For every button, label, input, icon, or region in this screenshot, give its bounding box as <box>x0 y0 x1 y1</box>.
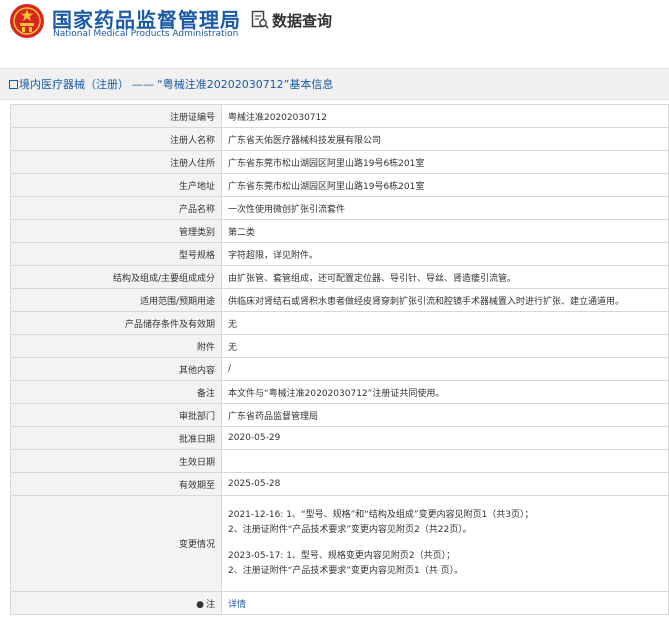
table-row: 备注 本文件与“粤械注准20202030712”注册证共同使用。 <box>10 380 669 404</box>
field-label: 注册证编号 <box>10 104 222 128</box>
table-row: 附件无 <box>10 334 669 358</box>
table-row-changes: 变更情况 2021-12-16: 1、“型号、规格”和“结构及组成”变更内容见附… <box>10 495 669 592</box>
logo-title-en: National Medical Products Administration <box>53 29 239 39</box>
title-suffix: 基本信息 <box>289 78 334 91</box>
field-label: 批准日期 <box>10 426 222 450</box>
field-label: 型号规格 <box>10 242 222 266</box>
national-emblem-icon <box>10 4 44 38</box>
title-box-icon <box>9 79 18 89</box>
field-value: 广东省药品监督管理局 <box>221 403 669 427</box>
field-label: 管理类别 <box>10 219 222 243</box>
table-row: 注册人名称 广东省天佑医疗器械科技发展有限公司 <box>10 127 669 151</box>
change-line: 2、注册证附件“产品技术要求”变更内容见附页1（共 页）。 <box>228 566 464 576</box>
table-row: 适用范围/预期用途 供临床对肾结石或肾积水患者做经皮肾穿刺扩张引流和腔镜手术器械置… <box>10 288 669 312</box>
table-row: 审批部门 广东省药品监督管理局 <box>10 403 669 427</box>
table-row-note: ● 注 详情 <box>10 591 669 615</box>
field-label: 审批部门 <box>10 403 222 427</box>
table-row: 型号规格 字符超限，详见附件。 <box>10 242 669 266</box>
field-value: 广东省东莞市松山湖园区阿里山路19号6栋201室 <box>221 173 669 197</box>
title-prefix: 境内医疗器械（注册） <box>19 78 129 91</box>
details-link[interactable]: 详情 <box>228 600 246 610</box>
table-row: 产品储存条件及有效期无 <box>10 311 669 335</box>
data-query-label: 数据查询 <box>272 11 333 30</box>
field-value: 供临床对肾结石或肾积水患者做经皮肾穿刺扩张引流和腔镜手术器械置入时进行扩张、建立… <box>221 288 669 312</box>
page-title: 境内医疗器械（注册） —— “粤械注准20202030712” 基本信息 <box>0 68 669 100</box>
field-value: 字符超限，详见附件。 <box>221 242 669 266</box>
field-label: ● 注 <box>10 591 222 615</box>
change-line: 2、注册证附件“产品技术要求”变更内容见附页2（共22页）。 <box>228 525 472 535</box>
field-label: 生效日期 <box>10 449 222 473</box>
change-line: 2021-12-16: 1、“型号、规格”和“结构及组成”变更内容见附页1（共3… <box>228 510 534 520</box>
table-row: 生产地址 广东省东莞市松山湖园区阿里山路19号6栋201室 <box>10 173 669 197</box>
table-row: 结构及组成/主要组成成分 由扩张管、套管组成，还可配置定位器、导引针、导丝、肾造瘘… <box>10 265 669 289</box>
table-row: 产品名称 一次性使用微创扩张引流套件 <box>10 196 669 220</box>
field-label: 备注 <box>10 380 222 404</box>
field-label: 结构及组成/主要组成成分 <box>10 265 222 289</box>
field-value <box>221 449 669 473</box>
field-label: 附件 <box>10 334 222 358</box>
table-row: 有效期至 2025-05-28 <box>10 472 669 496</box>
changes-value: 2021-12-16: 1、“型号、规格”和“结构及组成”变更内容见附页1（共3… <box>221 495 669 592</box>
registration-info-table: 注册证编号 粤械注准20202030712 注册人名称 广东省天佑医疗器械科技发展有… <box>10 104 669 615</box>
field-value: 广东省东莞市松山湖园区阿里山路19号6栋201室 <box>221 150 669 174</box>
table-row: 生效日期 <box>10 449 669 473</box>
change-line: 2023-05-17: 1、型号、规格变更内容见附页2（共页）； <box>228 551 456 561</box>
title-subject: “粤械注准20202030712” <box>157 78 290 91</box>
title-dash: —— <box>132 77 154 91</box>
field-value: 本文件与“粤械注准20202030712”注册证共同使用。 <box>221 380 669 404</box>
field-value: 无 <box>221 334 669 358</box>
field-value: 2025-05-28 <box>221 472 669 496</box>
field-label: 有效期至 <box>10 472 222 496</box>
field-value: 第二类 <box>221 219 669 243</box>
field-label: 注册人名称 <box>10 127 222 151</box>
pin-icon: ● <box>196 599 204 610</box>
field-label: 适用范围/预期用途 <box>10 288 222 312</box>
field-label: 生产地址 <box>10 173 222 197</box>
field-label: 注册人住所 <box>10 150 222 174</box>
field-value: 粤械注准20202030712 <box>221 104 669 128</box>
field-label: 产品储存条件及有效期 <box>10 311 222 335</box>
table-row: 注册人住所 广东省东莞市松山湖园区阿里山路19号6栋201室 <box>10 150 669 174</box>
site-header: 国家药品监督管理局 National Medical Products Admi… <box>0 0 669 60</box>
table-row: 其他内容 / <box>10 357 669 381</box>
field-value: / <box>221 357 669 381</box>
table-row: 管理类别 第二类 <box>10 219 669 243</box>
field-value: 无 <box>221 311 669 335</box>
field-value: 一次性使用微创扩张引流套件 <box>221 196 669 220</box>
field-value: 由扩张管、套管组成，还可配置定位器、导引针、导丝、肾造瘘引流管。 <box>221 265 669 289</box>
field-value: 2020-05-29 <box>221 426 669 450</box>
field-value: 详情 <box>221 591 669 615</box>
document-search-icon <box>251 10 269 29</box>
field-label: 产品名称 <box>10 196 222 220</box>
table-row: 批准日期 2020-05-29 <box>10 426 669 450</box>
field-label: 其他内容 <box>10 357 222 381</box>
note-label: 注 <box>205 599 215 610</box>
field-label: 变更情况 <box>10 495 222 592</box>
data-query-link[interactable]: 数据查询 <box>251 9 332 31</box>
field-value: 广东省天佑医疗器械科技发展有限公司 <box>221 127 669 151</box>
table-row: 注册证编号 粤械注准20202030712 <box>10 104 669 128</box>
